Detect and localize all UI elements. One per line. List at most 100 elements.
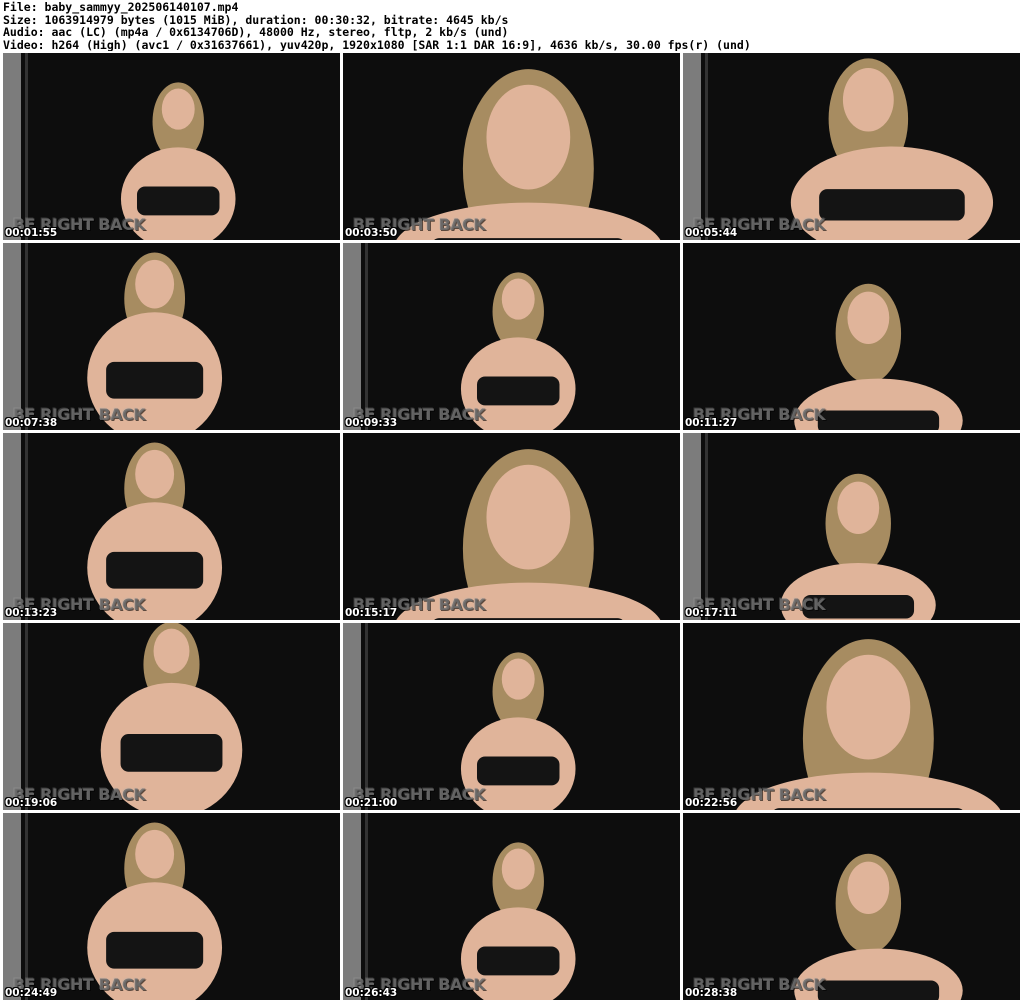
frame-timestamp: 00:11:27: [685, 417, 738, 429]
garment: [476, 756, 560, 786]
frame-scene: [683, 623, 1020, 810]
studio-wall: [3, 623, 21, 810]
light-stand: [705, 53, 708, 240]
garment: [774, 808, 963, 810]
thumbnail-frame: BE RIGHT BACK 00:26:43: [343, 813, 680, 1000]
frame-timestamp: 00:09:33: [345, 417, 398, 429]
light-stand: [25, 243, 28, 430]
garment: [434, 238, 623, 240]
studio-wall: [3, 813, 21, 1000]
video-info-line: Video: h264 (High) (avc1 / 0x31637661), …: [3, 38, 751, 51]
garment: [819, 189, 965, 221]
head: [135, 259, 175, 309]
garment: [136, 186, 220, 216]
studio-wall: [3, 53, 21, 240]
studio-wall: [3, 433, 21, 620]
frame-timestamp: 00:03:50: [345, 227, 398, 239]
garment: [476, 376, 560, 406]
head: [486, 84, 571, 190]
frame-scene: [683, 433, 1020, 620]
thumbnail-frame: BE RIGHT BACK 00:05:44: [683, 53, 1020, 240]
frame-timestamp: 00:19:06: [5, 797, 58, 809]
frame-scene: [3, 623, 340, 810]
frame-timestamp: 00:24:49: [5, 987, 58, 999]
garment: [817, 980, 940, 1000]
file-size-line: Size: 1063914979 bytes (1015 MiB), durat…: [3, 13, 509, 26]
frame-scene: [683, 813, 1020, 1000]
thumbnail-frame: BE RIGHT BACK 00:01:55: [3, 53, 340, 240]
garment: [106, 931, 204, 969]
thumbnail-frame: BE RIGHT BACK 00:11:27: [683, 243, 1020, 430]
light-stand: [25, 813, 28, 1000]
head: [847, 861, 890, 914]
light-stand: [705, 433, 708, 620]
frame-scene: [3, 53, 340, 240]
head: [135, 829, 175, 879]
thumbnail-frame: BE RIGHT BACK 00:22:56: [683, 623, 1020, 810]
frame-scene: [3, 433, 340, 620]
frame-timestamp: 00:28:38: [685, 987, 738, 999]
head: [486, 464, 571, 570]
light-stand: [365, 243, 368, 430]
thumbnail-frame: BE RIGHT BACK 00:21:00: [343, 623, 680, 810]
head: [153, 628, 190, 674]
file-info-header: File: baby_sammyy_202506140107.mp4 Size:…: [3, 1, 1021, 51]
thumbnail-frame: BE RIGHT BACK 00:15:17: [343, 433, 680, 620]
garment: [476, 946, 560, 976]
light-stand: [365, 623, 368, 810]
garment: [120, 734, 223, 772]
light-stand: [25, 53, 28, 240]
thumbnail-frame: BE RIGHT BACK 00:03:50: [343, 53, 680, 240]
thumbnail-frame: BE RIGHT BACK 00:28:38: [683, 813, 1020, 1000]
thumbnail-frame: BE RIGHT BACK 00:07:38: [3, 243, 340, 430]
garment: [434, 618, 623, 620]
frame-timestamp: 00:07:38: [5, 417, 58, 429]
frame-timestamp: 00:15:17: [345, 607, 398, 619]
frame-timestamp: 00:05:44: [685, 227, 738, 239]
frame-scene: [683, 243, 1020, 430]
frame-scene: [343, 243, 680, 430]
frame-scene: [343, 813, 680, 1000]
thumbnail-frame: BE RIGHT BACK 00:13:23: [3, 433, 340, 620]
studio-wall: [3, 243, 21, 430]
light-stand: [365, 813, 368, 1000]
studio-wall: [343, 813, 361, 1000]
frame-scene: [683, 53, 1020, 240]
frame-scene: [343, 433, 680, 620]
head: [501, 658, 535, 700]
head: [826, 654, 911, 760]
frame-timestamp: 00:26:43: [345, 987, 398, 999]
head: [501, 848, 535, 890]
file-name-line: File: baby_sammyy_202506140107.mp4: [3, 1, 239, 14]
studio-wall: [683, 53, 701, 240]
garment: [106, 551, 204, 589]
frame-scene: [343, 53, 680, 240]
frame-timestamp: 00:13:23: [5, 607, 58, 619]
head: [847, 291, 890, 344]
head: [161, 88, 195, 130]
studio-wall: [683, 433, 701, 620]
frame-timestamp: 00:21:00: [345, 797, 398, 809]
head: [501, 278, 535, 320]
thumbnail-frame: BE RIGHT BACK 00:19:06: [3, 623, 340, 810]
head: [842, 67, 894, 132]
frame-timestamp: 00:22:56: [685, 797, 738, 809]
light-stand: [25, 623, 28, 810]
head: [837, 481, 880, 534]
thumbnail-grid: BE RIGHT BACK 00:01:55 BE RIGHT BACK 00:03:…: [3, 53, 1020, 1000]
head: [135, 449, 175, 499]
light-stand: [25, 433, 28, 620]
audio-info-line: Audio: aac (LC) (mp4a / 0x6134706D), 480…: [3, 26, 509, 39]
frame-scene: [3, 243, 340, 430]
studio-wall: [343, 623, 361, 810]
thumbnail-frame: BE RIGHT BACK 00:09:33: [343, 243, 680, 430]
thumbnail-frame: BE RIGHT BACK 00:24:49: [3, 813, 340, 1000]
frame-timestamp: 00:01:55: [5, 227, 58, 239]
garment: [817, 410, 940, 430]
frame-scene: [3, 813, 340, 1000]
frame-scene: [343, 623, 680, 810]
garment: [106, 361, 204, 399]
frame-timestamp: 00:17:11: [685, 607, 738, 619]
thumbnail-frame: BE RIGHT BACK 00:17:11: [683, 433, 1020, 620]
studio-wall: [343, 243, 361, 430]
